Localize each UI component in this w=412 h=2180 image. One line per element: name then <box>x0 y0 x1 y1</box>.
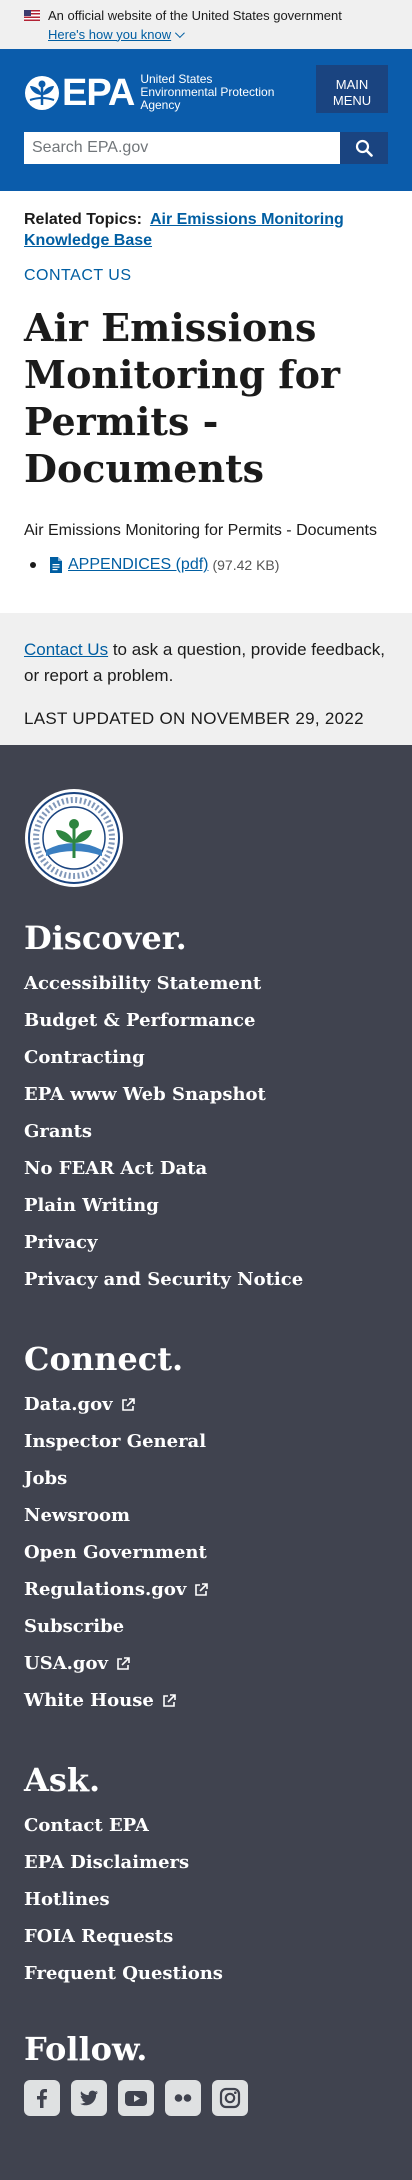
footer-link-budget[interactable]: Budget & Performance <box>24 1002 255 1039</box>
external-link-icon <box>121 1397 135 1411</box>
footer-link-privacy[interactable]: Privacy <box>24 1224 97 1261</box>
site-footer: Discover. Accessibility Statement Budget… <box>0 745 412 2180</box>
epa-logo-link[interactable]: EPA United States Environmental Protecti… <box>24 73 280 112</box>
footer-link-regulations-gov[interactable]: Regulations.gov <box>24 1571 209 1608</box>
footer-link-white-house[interactable]: White House <box>24 1682 176 1719</box>
main-content: Related Topics: Air Emissions Monitoring … <box>0 191 412 574</box>
related-topics-label: Related Topics: <box>24 211 142 228</box>
footer-link-no-fear[interactable]: No FEAR Act Data <box>24 1150 207 1187</box>
twitter-link[interactable] <box>71 2080 107 2116</box>
official-text: An official website of the United States… <box>48 7 342 23</box>
search-icon <box>355 139 373 157</box>
flickr-link[interactable] <box>165 2080 201 2116</box>
discover-heading: Discover. <box>24 919 187 957</box>
contact-box: Contact Us to ask a question, provide fe… <box>0 613 412 745</box>
search-button[interactable] <box>340 132 388 164</box>
facebook-link[interactable] <box>24 2080 60 2116</box>
related-topics: Related Topics: Air Emissions Monitoring … <box>24 209 388 251</box>
footer-follow: Follow. <box>24 2030 388 2116</box>
social-links <box>24 2080 388 2116</box>
footer-discover: Discover. Accessibility Statement Budget… <box>24 919 388 1298</box>
epa-seal-icon <box>25 789 123 887</box>
chevron-down-icon <box>175 27 186 38</box>
footer-link-subscribe[interactable]: Subscribe <box>24 1608 124 1645</box>
instagram-icon <box>219 2087 241 2109</box>
epa-flower-icon <box>25 75 59 110</box>
search-input[interactable] <box>24 132 340 164</box>
footer-link-data-gov[interactable]: Data.gov <box>24 1386 135 1423</box>
contact-us-link[interactable]: CONTACT US <box>24 267 132 285</box>
appendices-pdf-link[interactable]: APPENDICES (pdf) <box>68 556 208 574</box>
flickr-icon <box>174 2094 192 2102</box>
footer-link-contact-epa[interactable]: Contact EPA <box>24 1807 149 1844</box>
gov-banner-row: An official website of the United States… <box>24 7 388 23</box>
site-header: EPA United States Environmental Protecti… <box>0 49 412 191</box>
footer-link-grants[interactable]: Grants <box>24 1113 92 1150</box>
main-menu-button[interactable]: MAIN MENU <box>316 65 388 113</box>
epa-wordmark: EPA <box>62 71 135 114</box>
page-title: Air Emissions Monitoring for Permits - D… <box>24 305 340 491</box>
contact-us-inline-link[interactable]: Contact Us <box>24 640 108 659</box>
footer-link-disclaimers[interactable]: EPA Disclaimers <box>24 1844 189 1881</box>
document-list: APPENDICES (pdf) (97.42 KB) <box>30 556 388 574</box>
gov-banner: An official website of the United States… <box>0 0 412 49</box>
last-updated: LAST UPDATED ON NOVEMBER 29, 2022 <box>24 709 364 728</box>
footer-link-label: Regulations.gov <box>24 1579 187 1600</box>
external-link-icon <box>195 1582 209 1596</box>
footer-link-faq[interactable]: Frequent Questions <box>24 1955 223 1992</box>
twitter-icon <box>80 2090 98 2106</box>
footer-link-hotlines[interactable]: Hotlines <box>24 1881 110 1918</box>
footer-link-open-government[interactable]: Open Government <box>24 1534 207 1571</box>
footer-link-usa-gov[interactable]: USA.gov <box>24 1645 130 1682</box>
list-item: APPENDICES (pdf) (97.42 KB) <box>30 556 388 574</box>
search-form <box>24 132 388 164</box>
contact-message: Contact Us to ask a question, provide fe… <box>24 637 388 689</box>
footer-link-label: USA.gov <box>24 1653 108 1674</box>
footer-link-label: Data.gov <box>24 1394 113 1415</box>
youtube-icon <box>125 2091 147 2106</box>
pdf-file-icon <box>50 557 62 573</box>
heres-how-you-know-label: Here's how you know <box>48 26 172 42</box>
file-size: (97.42 KB) <box>212 557 280 573</box>
list-bullet <box>30 562 36 568</box>
intro-text: Air Emissions Monitoring for Permits - D… <box>24 522 377 539</box>
footer-connect: Connect. Data.gov Inspector General Jobs… <box>24 1340 388 1719</box>
footer-link-label: White House <box>24 1690 154 1711</box>
external-link-icon <box>117 1656 130 1670</box>
follow-heading: Follow. <box>24 2030 148 2068</box>
connect-heading: Connect. <box>24 1340 184 1378</box>
footer-link-web-snapshot[interactable]: EPA www Web Snapshot <box>24 1076 266 1113</box>
ask-heading: Ask. <box>24 1761 101 1799</box>
agency-name: United States Environmental Protection A… <box>140 72 275 112</box>
footer-link-accessibility[interactable]: Accessibility Statement <box>24 965 261 1002</box>
footer-link-contracting[interactable]: Contracting <box>24 1039 145 1076</box>
external-link-icon <box>163 1693 176 1707</box>
footer-link-inspector-general[interactable]: Inspector General <box>24 1423 206 1460</box>
footer-link-plain-writing[interactable]: Plain Writing <box>24 1187 159 1224</box>
facebook-icon <box>37 2089 47 2108</box>
heres-how-you-know-link[interactable]: Here's how you know <box>48 25 186 43</box>
footer-link-privacy-security[interactable]: Privacy and Security Notice <box>24 1261 303 1298</box>
youtube-link[interactable] <box>118 2080 154 2116</box>
us-flag-icon <box>24 9 40 21</box>
instagram-link[interactable] <box>212 2080 248 2116</box>
footer-ask: Ask. Contact EPA EPA Disclaimers Hotline… <box>24 1761 388 1992</box>
footer-link-foia[interactable]: FOIA Requests <box>24 1918 173 1955</box>
footer-link-jobs[interactable]: Jobs <box>24 1460 67 1497</box>
footer-link-newsroom[interactable]: Newsroom <box>24 1497 130 1534</box>
